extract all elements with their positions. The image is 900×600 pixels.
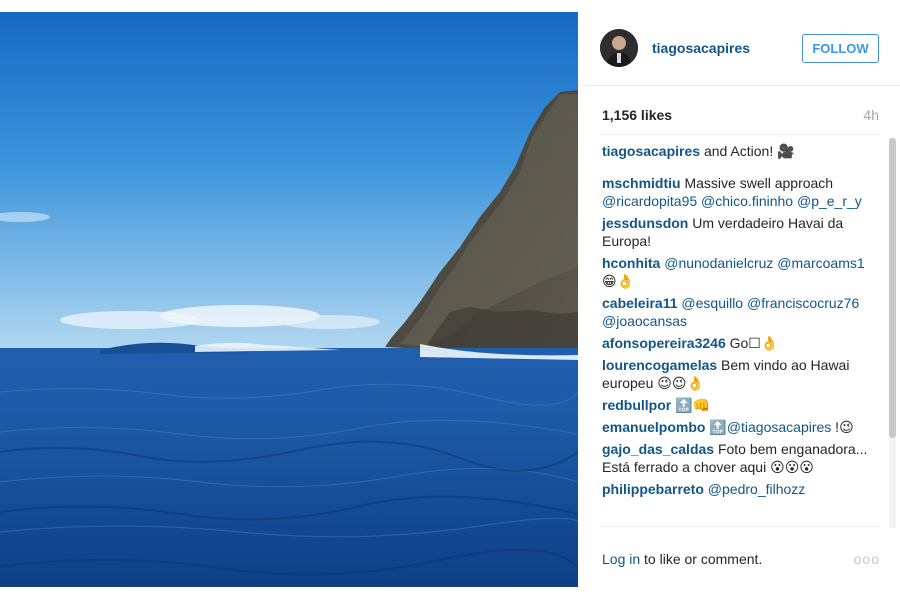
comment-item: gajo_das_caldas Foto bem enganadora... E…: [602, 440, 872, 476]
post-sidebar: tiagosacapires FOLLOW 1,156 likes 4h tia…: [578, 12, 900, 587]
comment-item: mschmidtiu Massive swell approach @ricar…: [602, 174, 872, 210]
comment-mention[interactable]: @pedro_filhozz: [708, 481, 806, 497]
comments-list: tiagosacapires and Action! 🎥 mschmidtiu …: [602, 142, 872, 525]
comment-text: Massive swell approach: [684, 175, 834, 191]
comment-item: hconhita @nunodanielcruz @marcoams1 😁👌: [602, 254, 872, 290]
comment-item: emanuelpombo 🔝@tiagosacapires !😉: [602, 418, 872, 436]
comment-username[interactable]: cabeleira11: [602, 295, 678, 311]
ocean-cliff-image: [0, 12, 578, 587]
comment-mention[interactable]: @ricardopita95: [602, 193, 697, 209]
post-header: tiagosacapires FOLLOW: [578, 12, 900, 86]
login-rest: to like or comment.: [640, 551, 763, 567]
comment-username[interactable]: afonsopereira3246: [602, 335, 726, 351]
comment-username[interactable]: hconhita: [602, 255, 660, 271]
comment-mention[interactable]: @franciscocruz76: [747, 295, 859, 311]
comments-scrollbar[interactable]: [889, 138, 896, 528]
comment-mention[interactable]: @nunodanielcruz: [664, 255, 773, 271]
comment-container: mschmidtiu Massive swell approach @ricar…: [602, 174, 872, 498]
caption: tiagosacapires and Action! 🎥: [602, 142, 872, 160]
likes-count[interactable]: 1,156 likes: [602, 107, 672, 123]
comment-text: !😉: [831, 419, 854, 435]
comment-text: 😁👌: [602, 273, 635, 289]
comment-mention[interactable]: @esquillo: [681, 295, 743, 311]
comment-username[interactable]: emanuelpombo: [602, 419, 705, 435]
comment-text: 🔝: [709, 419, 727, 435]
more-options-icon[interactable]: ooo: [854, 551, 880, 567]
login-prompt: Log in to like or comment.: [602, 551, 762, 567]
comment-mention[interactable]: @joaocansas: [602, 313, 687, 329]
comment-mention[interactable]: @chico.fininho: [701, 193, 793, 209]
comment-text: 🔝👊: [675, 397, 710, 413]
comment-mention[interactable]: @p_e_r_y: [797, 193, 862, 209]
comment-username[interactable]: mschmidtiu: [602, 175, 681, 191]
comment-item: redbullpor 🔝👊: [602, 396, 872, 414]
comment-username[interactable]: gajo_das_caldas: [602, 441, 714, 457]
post-photo[interactable]: [0, 12, 578, 587]
header-username[interactable]: tiagosacapires: [652, 40, 750, 56]
divider: [600, 526, 880, 527]
avatar-image: [600, 29, 638, 67]
comment-mention[interactable]: @tiagosacapires: [727, 419, 832, 435]
comment-username[interactable]: philippebarreto: [602, 481, 704, 497]
comment-text: Go☐👌: [729, 335, 779, 351]
comment-item: afonsopereira3246 Go☐👌: [602, 334, 872, 352]
login-link[interactable]: Log in: [602, 551, 640, 567]
post-time[interactable]: 4h: [863, 107, 879, 123]
comment-username[interactable]: jessdunsdon: [602, 215, 688, 231]
caption-username[interactable]: tiagosacapires: [602, 143, 700, 159]
comment-item: lourencogamelas Bem vindo ao Hawai europ…: [602, 356, 872, 392]
comment-item: philippebarreto @pedro_filhozz: [602, 480, 872, 498]
comment-item: cabeleira11 @esquillo @franciscocruz76 @…: [602, 294, 872, 330]
caption-text: and Action! 🎥: [703, 143, 795, 159]
avatar[interactable]: [600, 29, 638, 67]
comment-username[interactable]: lourencogamelas: [602, 357, 717, 373]
follow-button[interactable]: FOLLOW: [802, 34, 879, 63]
comment-mention[interactable]: @marcoams1: [777, 255, 864, 271]
comment-username[interactable]: redbullpor: [602, 397, 671, 413]
scrollbar-thumb[interactable]: [889, 138, 896, 438]
comment-item: jessdunsdon Um verdadeiro Havai da Europ…: [602, 214, 872, 250]
divider: [600, 134, 880, 135]
